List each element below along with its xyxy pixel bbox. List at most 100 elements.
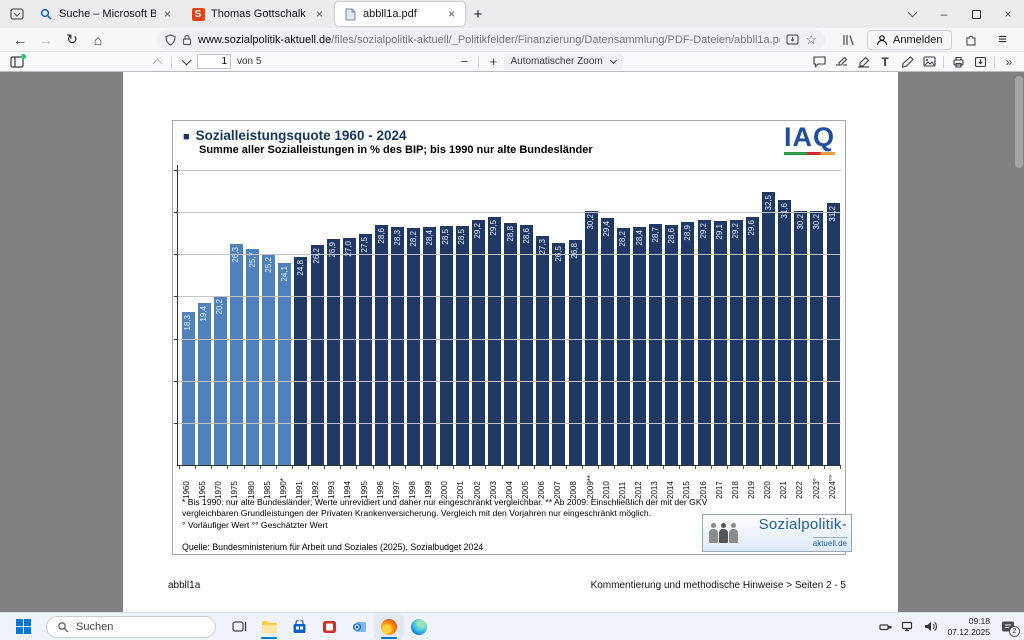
sidebar-toggle-icon[interactable] — [6, 53, 28, 71]
reload-icon[interactable]: ↻ — [60, 30, 84, 50]
store-icon[interactable] — [284, 614, 314, 640]
close-window-icon[interactable]: × — [992, 0, 1024, 28]
x-label-2020: 2020 — [760, 469, 776, 499]
shield-icon[interactable] — [165, 34, 176, 46]
sidebar-badge — [21, 54, 26, 59]
edge-icon[interactable] — [404, 614, 434, 640]
menu-icon[interactable]: ≡ — [991, 30, 1015, 50]
scrollbar-track[interactable] — [1015, 74, 1023, 610]
zoom-out-icon[interactable]: − — [453, 53, 475, 71]
task-view-icon[interactable] — [224, 614, 254, 640]
bar-2014: 28,6 — [664, 225, 680, 466]
notification-icon[interactable]: 2 — [998, 618, 1018, 636]
tab-pdf-active[interactable]: abbll1a.pdf × — [335, 2, 465, 26]
x-label-2004: 2004 — [502, 469, 518, 499]
bars-container: 18,319,420,226,325,725,224,124,826,226,9… — [178, 171, 841, 466]
download-icon[interactable] — [969, 53, 991, 71]
bar-value-label: 28,7 — [652, 227, 660, 243]
bar-2015: 28,9 — [680, 222, 696, 466]
tab-bing-search[interactable]: Suche – Microsoft Bing × — [31, 2, 181, 26]
url-text[interactable]: www.sozialpolitik-aktuell.de/files/sozia… — [198, 34, 780, 46]
bar-value-label: 28,6 — [523, 228, 531, 244]
bar-2010: 29,4 — [599, 218, 615, 466]
network-icon[interactable] — [899, 618, 917, 636]
spiegel-icon: S — [191, 7, 205, 21]
bar-2020: 32,5 — [761, 192, 777, 466]
bar-value-label: 29,5 — [490, 220, 498, 236]
volume-icon[interactable] — [921, 618, 939, 636]
zoom-select[interactable]: Automatischer Zoom — [504, 54, 621, 70]
signature-icon[interactable] — [830, 53, 852, 71]
gridline — [178, 339, 841, 340]
bar-value-label: 27,5 — [361, 237, 369, 253]
pdf-file-icon — [343, 7, 357, 21]
y-axis-tick — [174, 212, 178, 213]
bar-2004: 28,8 — [503, 223, 519, 466]
people-logo-icon — [709, 523, 718, 543]
tab-spiegel-article[interactable]: S Thomas Gottschalk im SPIEGEL × — [183, 2, 333, 26]
red-app-icon[interactable] — [314, 614, 344, 640]
bar-value-label: 28,6 — [668, 228, 676, 244]
lock-icon[interactable] — [182, 34, 192, 46]
bar-value-label: 28,8 — [507, 226, 515, 242]
library-icon[interactable] — [836, 30, 860, 50]
save-page-icon[interactable] — [786, 34, 799, 45]
taskbar-search-input[interactable]: Suchen — [46, 616, 216, 638]
figure-frame: ■ Sozialleistungsquote 1960 - 2024 Summe… — [172, 120, 846, 555]
explorer-icon[interactable] — [254, 614, 284, 640]
text-tool-icon[interactable]: T — [874, 53, 896, 71]
zoom-in-icon[interactable]: + — [482, 53, 504, 71]
page-count-label: von 5 — [237, 56, 261, 67]
y-axis-tick — [174, 296, 178, 297]
scrollbar-thumb[interactable] — [1015, 76, 1023, 168]
x-label-1960: 1960 — [179, 469, 195, 499]
start-icon[interactable] — [8, 614, 38, 640]
tab-list-icon[interactable] — [4, 3, 30, 25]
new-tab-icon[interactable]: + — [466, 2, 490, 26]
bar-2017: 29,1 — [712, 221, 728, 466]
bar-1999: 28,4 — [422, 227, 438, 466]
bar-1994: 27,0 — [341, 238, 357, 466]
bar-2012: 28,4 — [632, 227, 648, 466]
x-label-2001: 2001 — [453, 469, 469, 499]
x-label-2021: 2021 — [776, 469, 792, 499]
x-label-2010: 2010 — [599, 469, 615, 499]
clock-time: 09:18 — [947, 616, 990, 627]
draw-icon[interactable] — [896, 53, 918, 71]
minimize-icon[interactable]: – — [928, 0, 960, 28]
highlighter-icon[interactable] — [852, 53, 874, 71]
bar-value-label: 28,5 — [442, 229, 450, 245]
url-bar[interactable]: www.sozialpolitik-aktuell.de/files/sozia… — [157, 30, 825, 50]
more-tools-icon[interactable]: » — [998, 53, 1020, 71]
maximize-icon[interactable] — [960, 0, 992, 28]
firefox-icon[interactable] — [374, 614, 404, 640]
bar-value-label: 30,2 — [813, 214, 821, 230]
clock-date: 07.12.2025 — [947, 627, 990, 638]
extensions-icon[interactable] — [959, 30, 983, 50]
x-label-2000: 2000 — [437, 469, 453, 499]
x-label-2007: 2007 — [550, 469, 566, 499]
print-icon[interactable] — [947, 53, 969, 71]
page-down-icon[interactable] — [175, 53, 197, 71]
chevron-down-icon[interactable] — [896, 0, 928, 28]
taskbar-clock[interactable]: 09:18 07.12.2025 — [947, 616, 990, 637]
close-icon[interactable]: × — [162, 7, 173, 21]
page-number-input[interactable] — [197, 54, 231, 69]
usb-icon[interactable] — [877, 618, 895, 636]
back-icon[interactable]: ← — [8, 30, 32, 50]
close-icon[interactable]: × — [446, 7, 457, 21]
image-tool-icon[interactable] — [918, 53, 940, 71]
pdf-toolbar: von 5 − + Automatischer Zoom T — [0, 52, 1024, 72]
comment-icon[interactable] — [808, 53, 830, 71]
browser-window: Suche – Microsoft Bing × S Thomas Gottsc… — [0, 0, 1024, 640]
taskbar-search-label: Suchen — [76, 621, 113, 633]
bookmark-star-icon[interactable]: ☆ — [805, 32, 817, 48]
bar-1991: 24,8 — [293, 257, 309, 466]
x-label-2008: 2008 — [566, 469, 582, 499]
signin-button[interactable]: Anmelden — [867, 30, 952, 50]
bar-value-label: 24,8 — [297, 260, 305, 276]
bar-value-label: 18,3 — [184, 315, 192, 331]
outlook-icon[interactable] — [344, 614, 374, 640]
home-icon[interactable]: ⌂ — [86, 30, 110, 50]
close-icon[interactable]: × — [314, 7, 325, 21]
